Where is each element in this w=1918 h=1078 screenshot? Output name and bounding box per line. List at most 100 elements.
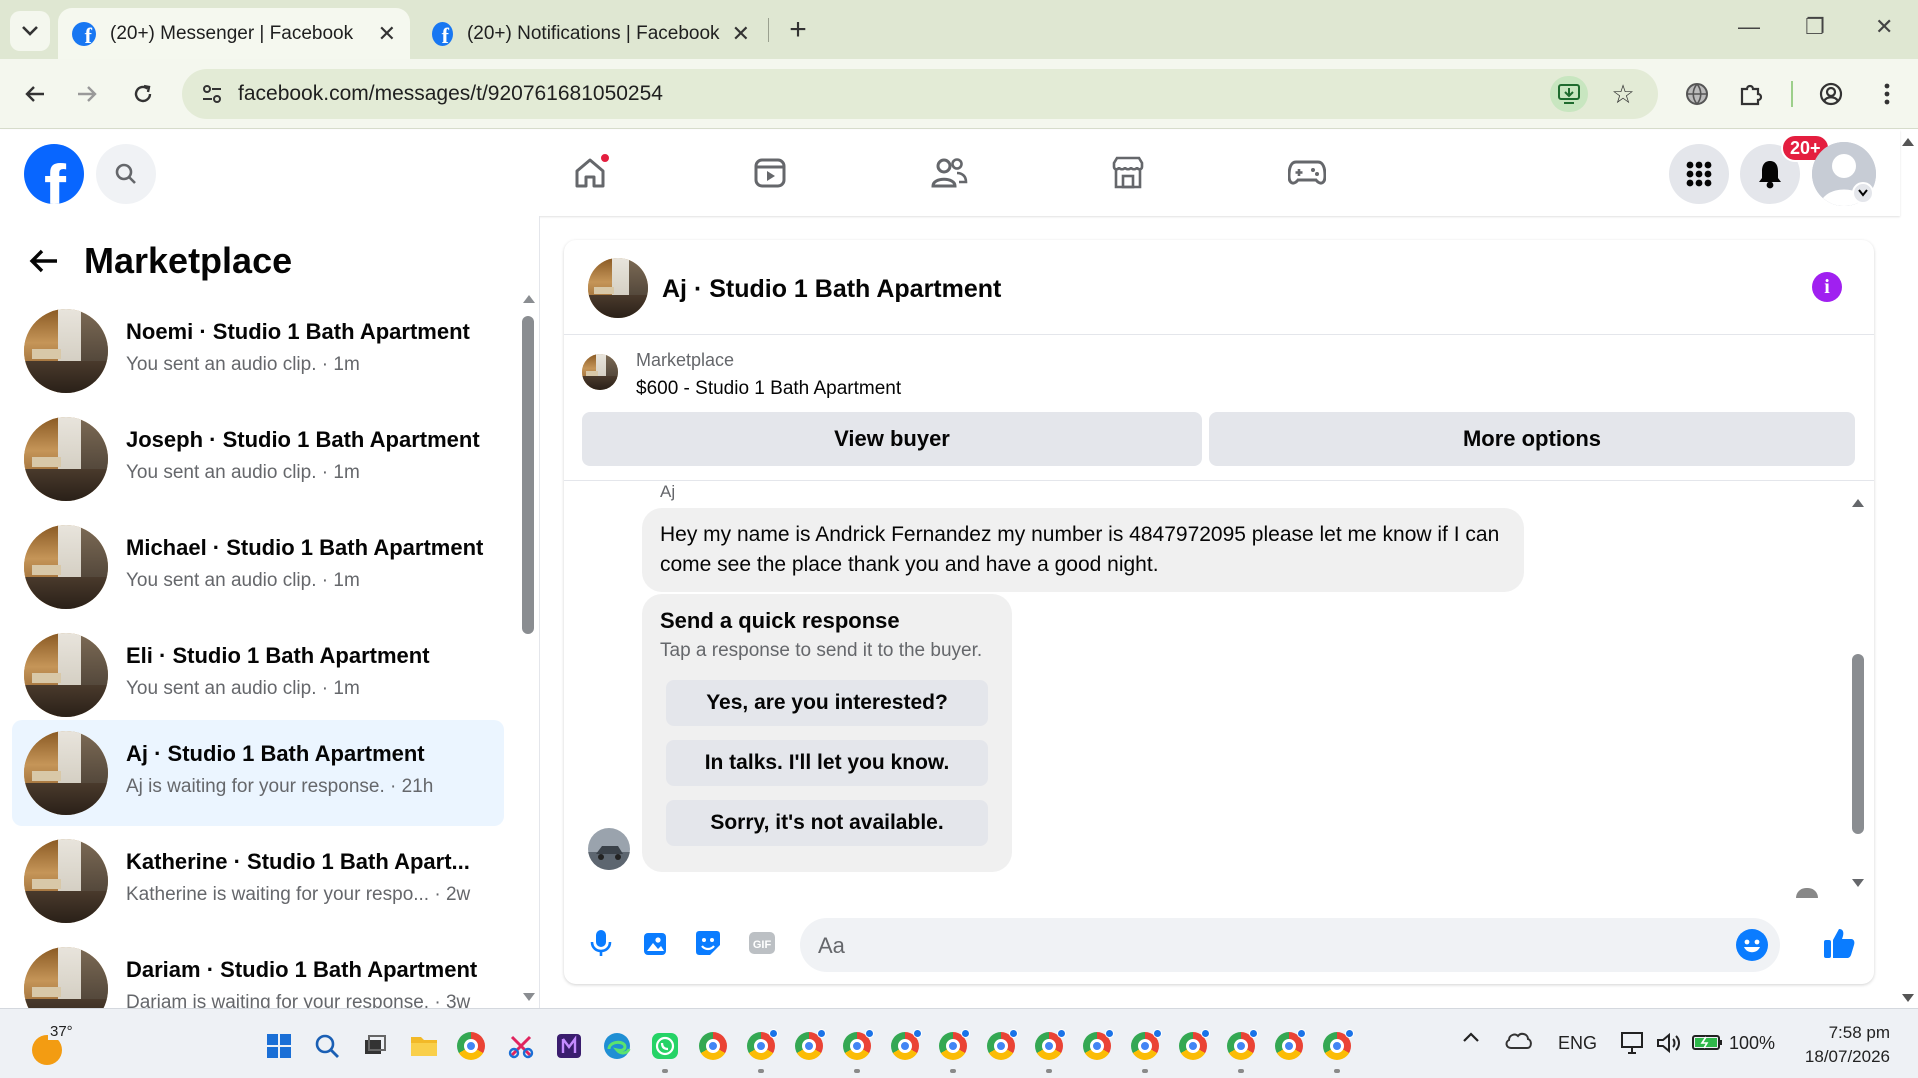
browser-toolbar: facebook.com/messages/t/920761681050254 … <box>0 59 1918 129</box>
conversation-title: Joseph · Studio 1 Bath Apartment <box>126 427 480 452</box>
task-view-icon[interactable] <box>360 1031 390 1061</box>
nav-marketplace[interactable] <box>1098 148 1158 198</box>
chrome-profile-icon[interactable] <box>842 1029 874 1061</box>
chrome-profile-icon[interactable] <box>1082 1029 1114 1061</box>
show-hidden-icons-chevron[interactable] <box>1462 1031 1480 1043</box>
chrome-icon[interactable] <box>698 1031 728 1061</box>
chrome-icon[interactable] <box>456 1031 486 1061</box>
page-scroll-down-arrow-icon[interactable] <box>1901 993 1915 1003</box>
minimize-button[interactable]: — <box>1738 14 1760 40</box>
conversation-item[interactable]: Katherine · Studio 1 Bath Apart... Kathe… <box>12 828 504 934</box>
page-scroll-up-arrow-icon[interactable] <box>1901 137 1915 147</box>
language-indicator[interactable]: ENG <box>1558 1033 1597 1054</box>
chrome-profile-icon[interactable] <box>794 1029 826 1061</box>
nav-home[interactable] <box>560 148 620 198</box>
chat-scrollbar[interactable] <box>1852 654 1864 834</box>
search-icon[interactable] <box>312 1031 342 1061</box>
info-icon[interactable]: i <box>1812 272 1842 302</box>
onedrive-cloud-icon[interactable] <box>1504 1031 1532 1049</box>
sender-avatar[interactable] <box>588 828 630 870</box>
nav-gaming[interactable] <box>1277 148 1337 198</box>
close-tab-icon[interactable]: ✕ <box>378 21 396 47</box>
profile-icon[interactable] <box>1812 75 1850 113</box>
whatsapp-icon[interactable] <box>650 1031 680 1061</box>
edge-icon[interactable] <box>602 1031 632 1061</box>
bookmark-star-icon[interactable]: ☆ <box>1608 79 1638 109</box>
translate-globe-icon[interactable] <box>1678 75 1716 113</box>
network-icon[interactable] <box>1620 1031 1646 1055</box>
conversation-item[interactable]: Dariam · Studio 1 Bath Apartment Dariam … <box>12 936 504 1008</box>
chrome-profile-icon[interactable] <box>746 1029 778 1061</box>
forward-button[interactable] <box>68 75 106 113</box>
chat-scroll-up-arrow-icon[interactable] <box>1851 498 1865 508</box>
tab-search-button[interactable] <box>10 11 50 51</box>
chrome-profile-icon[interactable] <box>1034 1029 1066 1061</box>
scroll-down-arrow-icon[interactable] <box>522 992 536 1002</box>
gif-icon[interactable]: GIF <box>745 926 779 960</box>
volume-icon[interactable] <box>1656 1031 1682 1055</box>
tab-notifications[interactable]: f (20+) Notifications | Facebook ✕ <box>418 8 764 59</box>
photo-icon[interactable] <box>638 926 672 960</box>
extensions-puzzle-icon[interactable] <box>1732 75 1770 113</box>
address-bar[interactable]: facebook.com/messages/t/920761681050254 … <box>182 69 1658 119</box>
chrome-profile-icon[interactable] <box>1274 1029 1306 1061</box>
conversation-list-scrollbar[interactable] <box>522 316 534 634</box>
chat-listing-thumbnail[interactable] <box>588 258 648 318</box>
new-tab-button[interactable]: + <box>781 13 815 47</box>
chrome-profile-icon[interactable] <box>986 1029 1018 1061</box>
tab-title: (20+) Messenger | Facebook <box>110 22 354 44</box>
running-indicator <box>758 1069 764 1073</box>
quick-response-option[interactable]: Sorry, it's not available. <box>666 800 988 846</box>
quick-response-option[interactable]: Yes, are you interested? <box>666 680 988 726</box>
file-explorer-icon[interactable] <box>409 1031 439 1061</box>
conversation-item[interactable]: Michael · Studio 1 Bath Apartment You se… <box>12 514 504 620</box>
install-app-icon[interactable] <box>1550 76 1588 112</box>
scroll-up-arrow-icon[interactable] <box>522 294 536 304</box>
more-options-button[interactable]: More options <box>1209 412 1855 466</box>
restore-button[interactable]: ❐ <box>1805 14 1825 40</box>
reload-button[interactable] <box>124 75 162 113</box>
media-app-icon[interactable] <box>554 1031 584 1061</box>
listing-thumbnail <box>24 633 108 717</box>
snipping-tool-icon[interactable] <box>506 1031 536 1061</box>
chrome-profile-icon[interactable] <box>890 1029 922 1061</box>
conversation-item-active[interactable]: Aj · Studio 1 Bath Apartment Aj is waiti… <box>12 720 504 826</box>
chrome-profile-icon[interactable] <box>938 1029 970 1061</box>
start-windows-icon[interactable] <box>264 1031 294 1061</box>
close-tab-icon[interactable]: ✕ <box>732 21 750 47</box>
weather-widget[interactable]: 37° <box>28 1021 75 1065</box>
battery-icon[interactable] <box>1692 1033 1724 1051</box>
account-chevron-icon[interactable] <box>1852 182 1874 204</box>
microphone-icon[interactable] <box>584 926 618 960</box>
listing-price-title[interactable]: $600 - Studio 1 Bath Apartment <box>636 378 901 400</box>
like-thumbs-up-icon[interactable] <box>1820 924 1858 962</box>
close-window-button[interactable]: ✕ <box>1875 14 1893 40</box>
tab-messenger[interactable]: f (20+) Messenger | Facebook ✕ <box>58 8 410 59</box>
weather-temperature: 37° <box>48 1023 75 1040</box>
clock[interactable]: 7:58 pm 18/07/2026 <box>1805 1021 1890 1069</box>
chrome-profile-icon[interactable] <box>1178 1029 1210 1061</box>
facebook-logo-icon[interactable]: f <box>24 144 84 204</box>
back-button[interactable] <box>16 75 54 113</box>
chrome-profile-icon[interactable] <box>1226 1029 1258 1061</box>
chat-title[interactable]: Aj · Studio 1 Bath Apartment <box>662 275 1001 304</box>
conversation-item[interactable]: Eli · Studio 1 Bath Apartment You sent a… <box>12 622 504 728</box>
search-button[interactable] <box>96 144 156 204</box>
chrome-profile-icon[interactable] <box>1322 1029 1354 1061</box>
view-buyer-button[interactable]: View buyer <box>582 412 1202 466</box>
conversation-item[interactable]: Noemi · Studio 1 Bath Apartment You sent… <box>12 298 504 404</box>
chrome-profile-icon[interactable] <box>1130 1029 1162 1061</box>
nav-friends[interactable] <box>919 148 979 198</box>
conversation-item[interactable]: Joseph · Studio 1 Bath Apartment You sen… <box>12 406 504 512</box>
message-bubble[interactable]: Hey my name is Andrick Fernandez my numb… <box>642 508 1524 592</box>
quick-response-option[interactable]: In talks. I'll let you know. <box>666 740 988 786</box>
message-input[interactable]: Aa <box>800 918 1780 972</box>
menu-kebab-icon[interactable] <box>1868 75 1906 113</box>
chat-scroll-down-arrow-icon[interactable] <box>1851 878 1865 888</box>
menu-grid-button[interactable] <box>1669 144 1729 204</box>
sticker-icon[interactable] <box>691 926 725 960</box>
back-arrow-button[interactable] <box>24 241 64 281</box>
nav-video[interactable] <box>740 148 800 198</box>
emoji-icon[interactable] <box>1736 929 1768 961</box>
site-info-icon[interactable] <box>196 78 228 110</box>
